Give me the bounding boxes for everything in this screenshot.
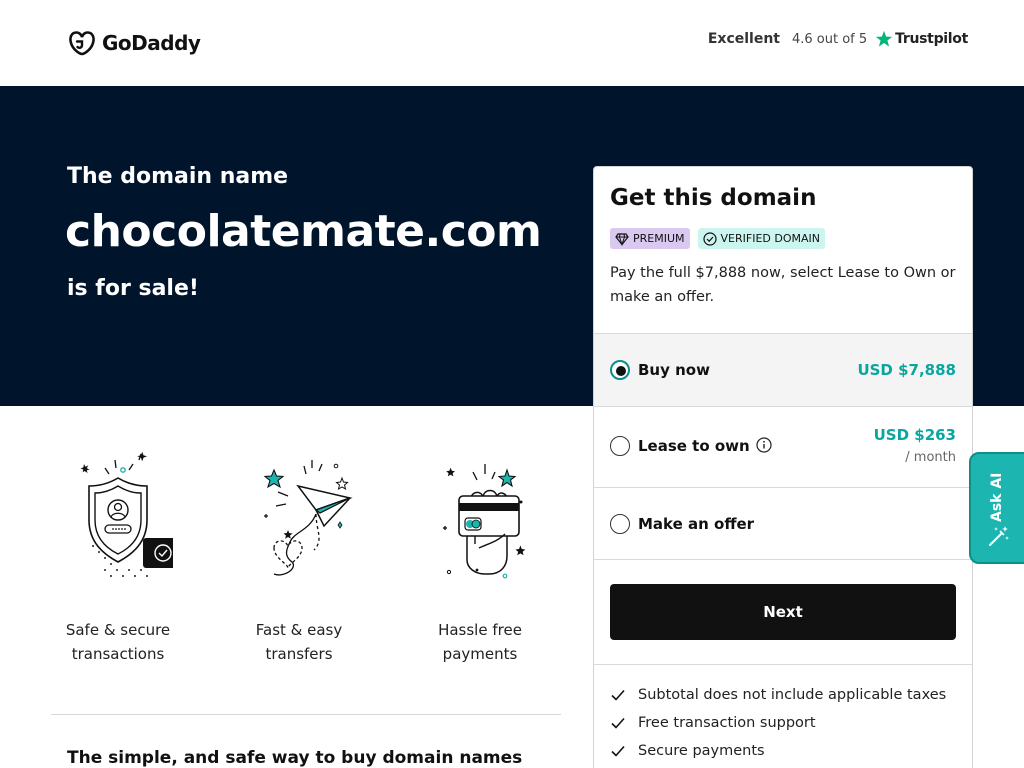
site-header: GoDaddy Excellent 4.6 out of 5 Trustpilo… <box>0 0 1024 86</box>
lease-period: / month <box>905 450 956 465</box>
check-item-text: Free transaction support <box>638 715 816 731</box>
feature-label: Fast & easy transfers <box>229 618 369 666</box>
buy-now-radio[interactable] <box>610 360 630 380</box>
badge-row: PREMIUM VERIFIED DOMAIN <box>610 228 825 249</box>
godaddy-logo[interactable]: GoDaddy <box>67 28 201 58</box>
trust-excellent-label: Excellent <box>707 31 780 47</box>
diamond-icon <box>615 232 629 246</box>
shield-icon <box>80 451 173 577</box>
hero-pretitle: The domain name <box>67 164 289 189</box>
feature-fast-easy: Fast & easy transfers <box>229 450 369 666</box>
section-divider <box>51 714 561 715</box>
purchase-card: Get this domain PREMIUM VERIFIED DOMAIN … <box>593 166 973 768</box>
feature-label: Hassle free payments <box>410 618 550 666</box>
hero-subtitle: is for sale! <box>67 276 199 301</box>
check-item: Free transaction support <box>610 715 816 731</box>
checkmark-icon <box>611 689 625 701</box>
trustpilot-rating[interactable]: Excellent 4.6 out of 5 Trustpilot <box>708 30 968 48</box>
feature-safe-secure: Safe & secure transactions <box>48 450 188 666</box>
lease-price: USD $263 <box>873 426 956 444</box>
hero-domain-name: chocolatemate.com <box>65 206 542 257</box>
feature-label-line2: payments <box>442 645 518 663</box>
feature-label-line1: Safe & secure <box>65 621 171 639</box>
buy-now-label: Buy now <box>638 361 710 379</box>
ask-ai-label: Ask AI <box>989 472 1005 522</box>
payment-card-icon <box>443 464 526 579</box>
checkmark-icon <box>611 745 625 757</box>
card-description: Pay the full $7,888 now, select Lease to… <box>610 265 956 305</box>
checkmark-icon <box>611 717 625 729</box>
feature-label-line2: transfers <box>265 645 333 663</box>
verified-badge: VERIFIED DOMAIN <box>697 228 825 249</box>
feature-label-line1: Hassle free <box>438 621 522 639</box>
check-item-text: Secure payments <box>638 743 765 759</box>
trustpilot-star-icon <box>876 30 893 47</box>
lease-radio[interactable] <box>610 436 630 456</box>
card-title: Get this domain <box>610 185 817 211</box>
logo-wordmark: GoDaddy <box>102 31 201 55</box>
buy-now-price: USD $7,888 <box>857 361 956 379</box>
card-separator <box>594 664 972 665</box>
premium-badge: PREMIUM <box>610 228 690 249</box>
verified-check-icon <box>702 231 717 246</box>
lease-label: Lease to own <box>638 437 750 455</box>
option-list-end <box>594 559 972 560</box>
option-lease-to-own[interactable]: Lease to own USD $263 / month <box>594 406 972 487</box>
ask-ai-button[interactable]: Ask AI <box>969 452 1024 564</box>
feature-label-line2: transactions <box>71 645 165 663</box>
check-item: Secure payments <box>610 743 765 759</box>
info-icon[interactable] <box>756 437 772 453</box>
section-heading: The simple, and safe way to buy domain n… <box>67 748 523 768</box>
trust-rating-text: 4.6 out of 5 <box>791 31 868 47</box>
next-button[interactable]: Next <box>610 584 956 640</box>
check-item-text: Subtotal does not include applicable tax… <box>638 687 947 703</box>
godaddy-logo-icon <box>69 31 95 56</box>
magic-wand-icon <box>989 526 1009 546</box>
check-item: Subtotal does not include applicable tax… <box>610 687 946 703</box>
feature-label-line1: Fast & easy <box>255 621 343 639</box>
verified-badge-label: VERIFIED DOMAIN <box>720 232 820 245</box>
option-buy-now[interactable]: Buy now USD $7,888 <box>594 333 972 406</box>
feature-hassle-free: Hassle free payments <box>410 450 550 666</box>
option-make-offer[interactable]: Make an offer <box>594 487 972 560</box>
offer-radio[interactable] <box>610 514 630 534</box>
lease-label-wrap: Lease to own <box>638 437 772 455</box>
premium-badge-label: PREMIUM <box>633 232 685 245</box>
trustpilot-wordmark: Trustpilot <box>895 31 968 47</box>
offer-label: Make an offer <box>638 515 755 533</box>
feature-label: Safe & secure transactions <box>48 618 188 666</box>
paper-plane-icon <box>263 460 353 576</box>
